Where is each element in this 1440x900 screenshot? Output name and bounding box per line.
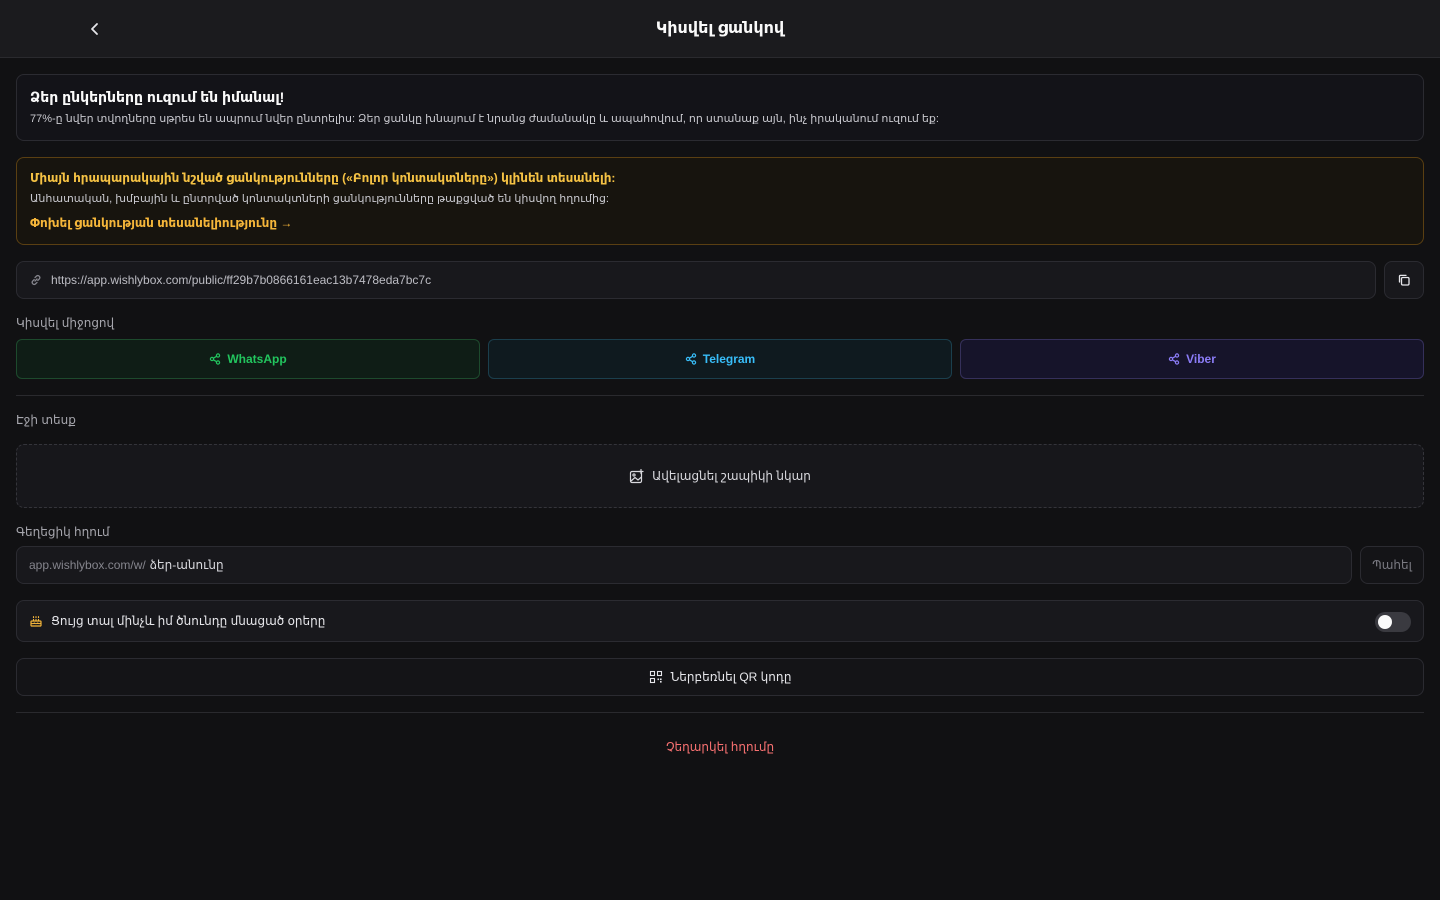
copy-link-button[interactable] [1384, 261, 1424, 299]
info-card-heading: Ձեր ընկերները ուզում են իմանալ! [30, 89, 285, 105]
page-title: Կիսվել ցանկով [655, 20, 785, 37]
birthday-countdown-row: Ցույց տալ մինչև իմ ծնունդը մնացած օրերը [16, 600, 1424, 642]
custom-link-input[interactable]: app.wishlybox.com/w/ ձեր-անունը [16, 546, 1352, 584]
share-whatsapp-button[interactable]: WhatsApp [16, 339, 480, 379]
birthday-countdown-toggle[interactable] [1375, 612, 1411, 632]
share-icon [685, 353, 697, 365]
share-icon [1168, 353, 1180, 365]
link-icon [29, 273, 43, 287]
share-telegram-button[interactable]: Telegram [488, 339, 952, 379]
visibility-warning-heading: Միայն հրապարակային նշված ցանկությունները… [30, 171, 616, 185]
section-divider [16, 395, 1424, 396]
share-telegram-label: Telegram [702, 352, 756, 366]
share-viber-button[interactable]: Viber [960, 339, 1424, 379]
qr-code-icon [649, 670, 663, 684]
download-qr-button[interactable]: Ներբեռնել QR կոդը [16, 658, 1424, 696]
cover-image-upload-label: Ավելացնել շապիկի նկար [652, 469, 811, 483]
section-divider [16, 712, 1424, 713]
custom-link-prefix: app.wishlybox.com/w/ [29, 558, 146, 572]
info-card: Ձեր ընկերները ուզում են իմանալ! 77%-ը նվ… [16, 74, 1424, 141]
share-icon [209, 353, 221, 365]
share-via-label: Կիսվել միջոցով [16, 316, 115, 330]
cover-image-upload[interactable]: Ավելացնել շապիկի նկար [16, 444, 1424, 508]
image-plus-icon [629, 468, 644, 484]
share-whatsapp-label: WhatsApp [227, 352, 287, 366]
share-url-field[interactable]: https://app.wishlybox.com/public/ff29b7b… [16, 261, 1376, 299]
download-qr-label: Ներբեռնել QR կոդը [670, 670, 792, 684]
cake-icon [29, 614, 43, 628]
share-url-value: https://app.wishlybox.com/public/ff29b7b… [51, 273, 432, 287]
custom-link-label: Գեղեցիկ հղում [16, 525, 110, 539]
share-viber-label: Viber [1186, 352, 1216, 366]
info-card-text: 77%-ը նվեր տվողները սթրես են ապրում նվեր… [30, 113, 939, 125]
birthday-countdown-label: Ցույց տալ մինչև իմ ծնունդը մնացած օրերը [51, 614, 326, 628]
visibility-warning-card: Միայն հրապարակային նշված ցանկությունները… [16, 157, 1424, 245]
change-visibility-link[interactable]: Փոխել ցանկության տեսանելիությունը → [30, 216, 292, 230]
page-appearance-label: Էջի տեսք [16, 413, 76, 427]
custom-link-placeholder: ձեր-անունը [149, 558, 224, 572]
disable-link-button[interactable]: Չեղարկել հղումը [0, 740, 1440, 754]
toggle-knob [1378, 615, 1392, 629]
save-link-button[interactable]: Պահել [1360, 546, 1424, 584]
top-bar: Կիսվել ցանկով [0, 0, 1440, 58]
visibility-warning-text: Անհատական, խմբային և ընտրված կոնտակտների… [30, 193, 609, 205]
copy-icon [1397, 273, 1411, 287]
